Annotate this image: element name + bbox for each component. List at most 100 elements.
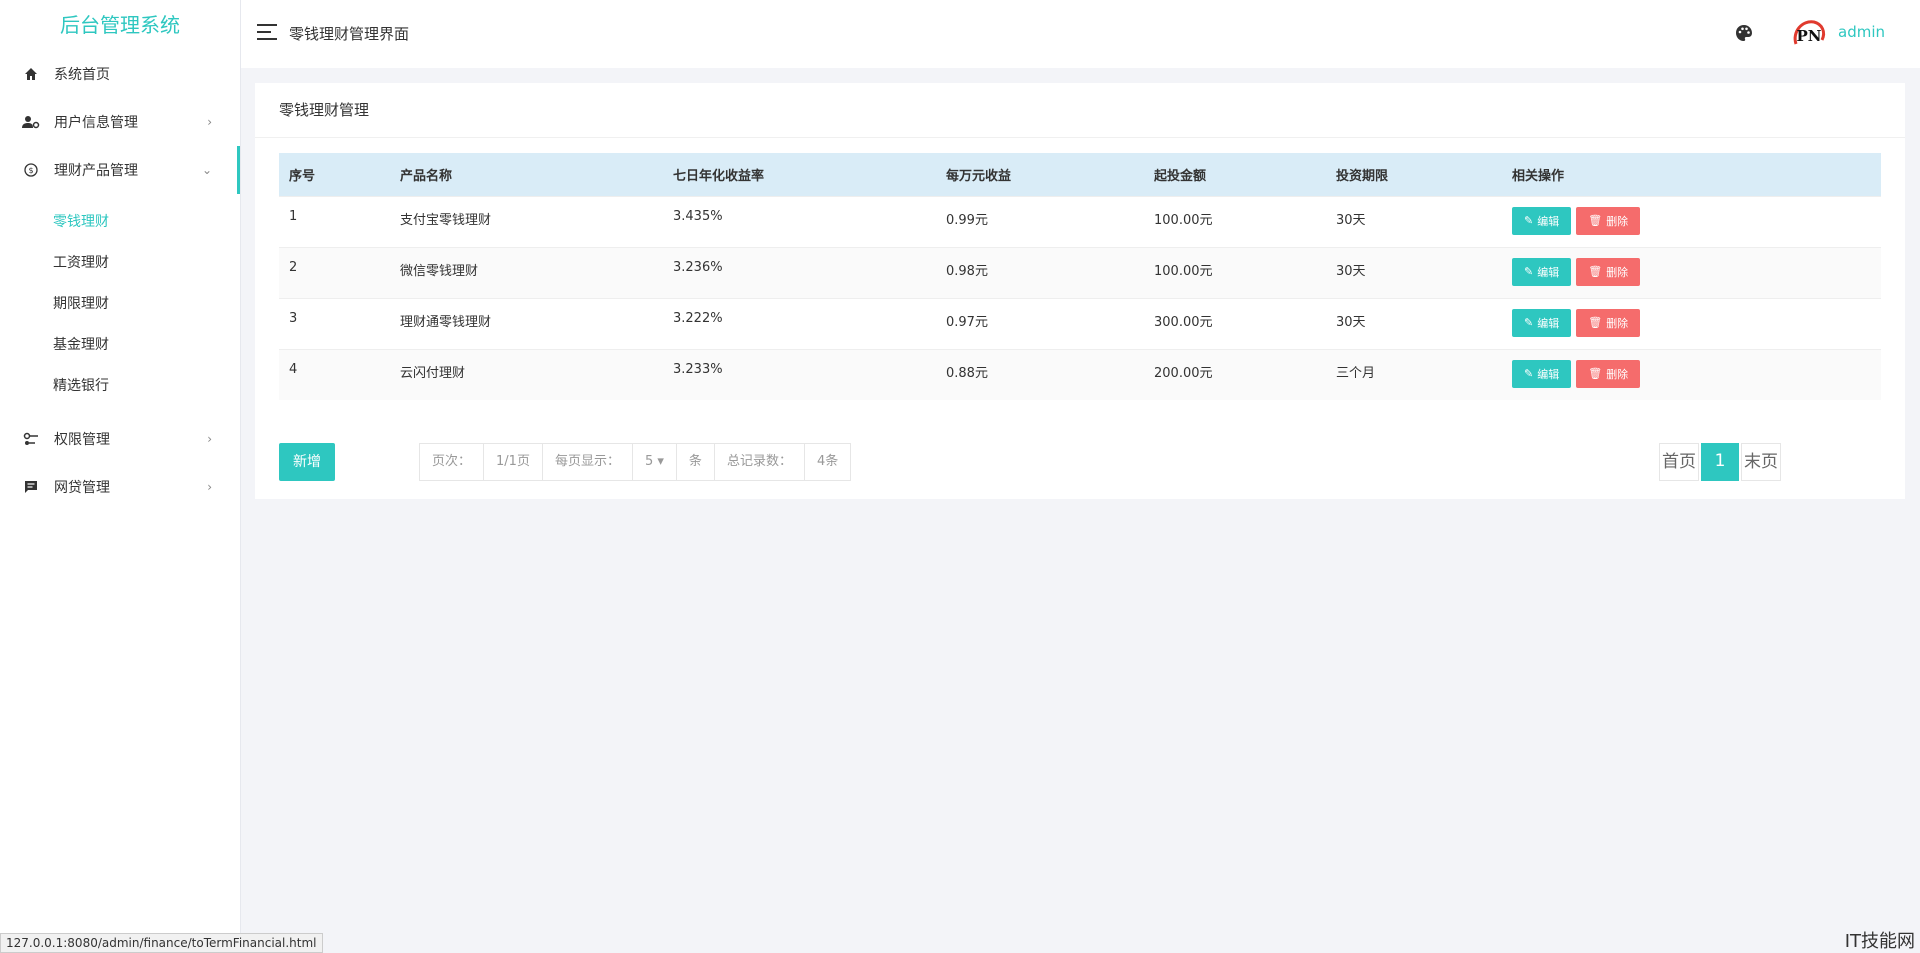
trash-icon: 🗑 bbox=[1588, 367, 1603, 380]
column-header: 投资期限 bbox=[1326, 153, 1502, 196]
menu-item-users[interactable]: 用户信息管理 › bbox=[0, 98, 240, 146]
cell-rate: 3.236% bbox=[663, 246, 936, 298]
table-row: 1 支付宝零钱理财 3.435% 0.99元 100.00元 30天 ✎ 编辑 🗑 删… bbox=[279, 195, 1881, 247]
cell-per10k: 0.97元 bbox=[936, 297, 1144, 349]
per-page-value: 5 bbox=[644, 454, 654, 469]
menu-item-label: 网贷管理 bbox=[54, 480, 110, 496]
edit-label: 编辑 bbox=[1537, 367, 1560, 381]
palette-icon[interactable] bbox=[1735, 24, 1755, 44]
avatar[interactable]: PN bbox=[1788, 14, 1830, 56]
submenu-item-fund-finance[interactable]: 基金理财 bbox=[0, 325, 240, 366]
chevron-down-icon: ⌄ bbox=[201, 163, 212, 177]
last-page-button[interactable]: 末页 bbox=[1741, 443, 1781, 481]
chevron-right-icon: › bbox=[207, 480, 212, 494]
top-header: 零钱理财管理界面 PN admin bbox=[241, 0, 1920, 68]
column-header: 序号 bbox=[279, 153, 390, 196]
pager-info: 页次： 1/1页 每页显示： 5 ▾ 条 总记录数： 4条 bbox=[419, 443, 852, 481]
edit-label: 编辑 bbox=[1537, 316, 1560, 330]
delete-label: 删除 bbox=[1606, 316, 1629, 330]
pagination: 首页 1 末页 bbox=[1659, 443, 1781, 481]
per-page-select[interactable]: 5 ▾ bbox=[633, 444, 677, 480]
avatar-text: PN bbox=[1797, 27, 1822, 45]
user-name[interactable]: admin bbox=[1838, 23, 1885, 41]
cell-rate: 3.435% bbox=[663, 195, 936, 247]
menu-item-label: 理财产品管理 bbox=[54, 163, 138, 179]
chevron-right-icon: › bbox=[207, 115, 212, 129]
current-page-button[interactable]: 1 bbox=[1701, 443, 1739, 481]
edit-label: 编辑 bbox=[1537, 214, 1560, 228]
first-page-button[interactable]: 首页 bbox=[1659, 443, 1699, 481]
add-button[interactable]: 新增 bbox=[279, 443, 335, 481]
message-icon bbox=[22, 478, 40, 496]
content-card: 零钱理财管理 序号 产品名称 七日年化收益率 每万元收益 起投金额 投资期限 相… bbox=[255, 83, 1905, 499]
cell-min: 200.00元 bbox=[1144, 348, 1326, 400]
caret-down-icon: ▾ bbox=[657, 454, 664, 469]
column-header: 每万元收益 bbox=[936, 153, 1144, 196]
table-row: 3 理财通零钱理财 3.222% 0.97元 300.00元 30天 ✎ 编辑 🗑 删… bbox=[279, 297, 1881, 349]
cell-id: 1 bbox=[279, 195, 390, 247]
finance-submenu: 零钱理财 工资理财 期限理财 基金理财 精选银行 bbox=[0, 194, 240, 415]
delete-button[interactable]: 🗑 删除 bbox=[1576, 359, 1641, 388]
delete-button[interactable]: 🗑 删除 bbox=[1576, 257, 1641, 286]
pencil-icon: ✎ bbox=[1524, 214, 1534, 227]
cell-term: 30天 bbox=[1326, 297, 1502, 349]
edit-button[interactable]: ✎ 编辑 bbox=[1512, 308, 1572, 337]
home-icon bbox=[22, 65, 40, 83]
menu-toggle-icon[interactable] bbox=[257, 24, 277, 40]
total-value: 4条 bbox=[816, 454, 839, 469]
column-header: 起投金额 bbox=[1144, 153, 1326, 196]
total-label: 总记录数： bbox=[715, 444, 805, 480]
cell-term: 30天 bbox=[1326, 246, 1502, 298]
card-title: 零钱理财管理 bbox=[255, 83, 1905, 138]
cell-name: 理财通零钱理财 bbox=[390, 297, 663, 349]
cell-actions: ✎ 编辑 🗑 删除 bbox=[1502, 246, 1881, 298]
table-row: 4 云闪付理财 3.233% 0.88元 200.00元 三个月 ✎ 编辑 🗑 删除 bbox=[279, 348, 1881, 400]
submenu-item-change-finance[interactable]: 零钱理财 bbox=[0, 202, 240, 243]
delete-button[interactable]: 🗑 删除 bbox=[1576, 206, 1641, 235]
submenu-item-salary-finance[interactable]: 工资理财 bbox=[0, 243, 240, 284]
cell-actions: ✎ 编辑 🗑 删除 bbox=[1502, 195, 1881, 247]
menu-item-finance[interactable]: $ 理财产品管理 ⌄ bbox=[0, 146, 240, 194]
page-label: 页次： bbox=[420, 444, 485, 480]
submenu-item-selected-bank[interactable]: 精选银行 bbox=[0, 366, 240, 407]
delete-label: 删除 bbox=[1606, 214, 1629, 228]
per-page-label: 每页显示： bbox=[543, 444, 633, 480]
cell-min: 300.00元 bbox=[1144, 297, 1326, 349]
column-header: 相关操作 bbox=[1502, 153, 1881, 196]
cell-actions: ✎ 编辑 🗑 删除 bbox=[1502, 297, 1881, 349]
finance-table: 序号 产品名称 七日年化收益率 每万元收益 起投金额 投资期限 相关操作 1 支… bbox=[279, 153, 1881, 400]
menu-item-home[interactable]: 系统首页 bbox=[0, 50, 240, 98]
edit-button[interactable]: ✎ 编辑 bbox=[1512, 206, 1572, 235]
menu-item-permissions[interactable]: 权限管理 › bbox=[0, 415, 240, 463]
edit-button[interactable]: ✎ 编辑 bbox=[1512, 359, 1572, 388]
cell-rate: 3.233% bbox=[663, 348, 936, 400]
per-page-unit: 条 bbox=[677, 444, 715, 480]
delete-button[interactable]: 🗑 删除 bbox=[1576, 308, 1641, 337]
cell-min: 100.00元 bbox=[1144, 195, 1326, 247]
menu-item-loans[interactable]: 网贷管理 › bbox=[0, 463, 240, 511]
cell-id: 2 bbox=[279, 246, 390, 298]
cell-per10k: 0.99元 bbox=[936, 195, 1144, 247]
pencil-icon: ✎ bbox=[1524, 265, 1534, 278]
svg-text:$: $ bbox=[28, 166, 33, 175]
status-bar-url: 127.0.0.1:8080/admin/finance/toTermFinan… bbox=[0, 933, 323, 953]
chevron-right-icon: › bbox=[207, 432, 212, 446]
pencil-icon: ✎ bbox=[1524, 316, 1534, 329]
table-header-row: 序号 产品名称 七日年化收益率 每万元收益 起投金额 投资期限 相关操作 bbox=[279, 153, 1881, 196]
cell-term: 30天 bbox=[1326, 195, 1502, 247]
edit-button[interactable]: ✎ 编辑 bbox=[1512, 257, 1572, 286]
user-settings-icon bbox=[22, 113, 40, 131]
pencil-icon: ✎ bbox=[1524, 367, 1534, 380]
submenu-item-term-finance[interactable]: 期限理财 bbox=[0, 284, 240, 325]
watermark: IT技能网 bbox=[1844, 931, 1915, 952]
column-header: 七日年化收益率 bbox=[663, 153, 936, 196]
cell-term: 三个月 bbox=[1326, 348, 1502, 400]
menu-item-label: 权限管理 bbox=[54, 432, 110, 448]
cell-per10k: 0.98元 bbox=[936, 246, 1144, 298]
cell-min: 100.00元 bbox=[1144, 246, 1326, 298]
cell-id: 4 bbox=[279, 348, 390, 400]
menu-item-label: 系统首页 bbox=[54, 67, 110, 83]
app-logo: 后台管理系统 bbox=[60, 13, 180, 37]
cell-per10k: 0.88元 bbox=[936, 348, 1144, 400]
delete-label: 删除 bbox=[1606, 265, 1629, 279]
